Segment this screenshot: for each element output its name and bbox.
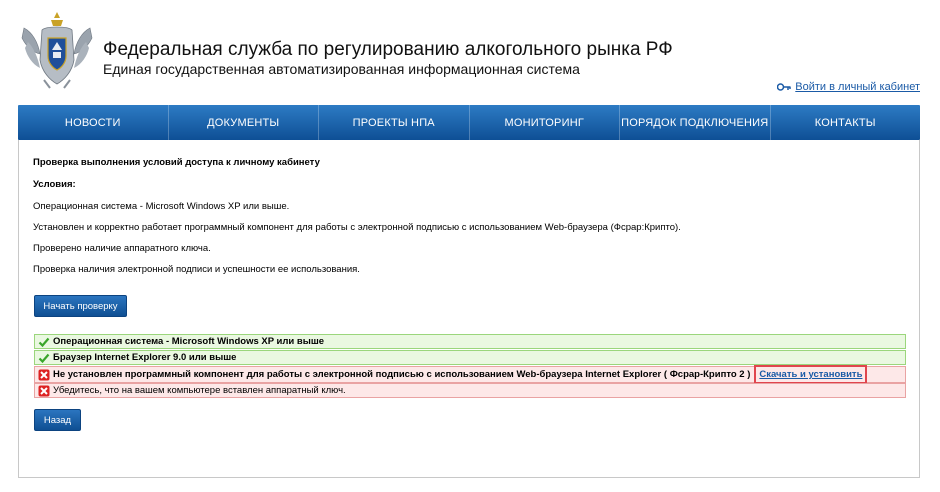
page-subtitle: Единая государственная автоматизированна… xyxy=(103,61,580,77)
nav-item-connection-procedure[interactable]: ПОРЯДОК ПОДКЛЮЧЕНИЯ xyxy=(620,105,771,140)
nav-item-npa-projects[interactable]: ПРОЕКТЫ НПА xyxy=(319,105,470,140)
result-text: Операционная система - Microsoft Windows… xyxy=(53,336,325,347)
nav-item-documents[interactable]: ДОКУМЕНТЫ xyxy=(169,105,319,140)
back-button[interactable]: Назад xyxy=(34,409,81,431)
content-panel: Проверка выполнения условий доступа к ли… xyxy=(18,140,920,478)
checkmark-icon xyxy=(38,353,50,363)
result-row-error: Убедитесь, что на вашем компьютере встав… xyxy=(34,383,906,398)
error-cross-icon xyxy=(38,385,50,396)
condition-item: Проверка наличия электронной подписи и у… xyxy=(33,264,360,275)
result-text: Не установлен программный компонент для … xyxy=(53,369,751,380)
section-heading: Проверка выполнения условий доступа к ли… xyxy=(33,157,320,168)
condition-item: Проверено наличие аппаратного ключа. xyxy=(33,243,211,254)
eagle-emblem-icon xyxy=(21,12,93,89)
login-link-label[interactable]: Войти в личный кабинет xyxy=(795,81,920,93)
header: Федеральная служба по регулированию алко… xyxy=(0,0,940,100)
key-icon xyxy=(777,83,792,91)
nav-item-contacts[interactable]: КОНТАКТЫ xyxy=(771,105,921,140)
login-link[interactable]: Войти в личный кабинет xyxy=(777,81,920,93)
error-cross-icon xyxy=(38,369,50,380)
checkmark-icon xyxy=(38,337,50,347)
condition-item: Установлен и корректно работает программ… xyxy=(33,222,681,233)
download-install-link[interactable]: Скачать и установить xyxy=(754,365,868,384)
condition-item: Операционная система - Microsoft Windows… xyxy=(33,201,290,212)
result-row-ok: Браузер Internet Explorer 9.0 или выше xyxy=(34,350,906,365)
main-nav: НОВОСТИ ДОКУМЕНТЫ ПРОЕКТЫ НПА МОНИТОРИНГ… xyxy=(18,105,920,140)
page-title: Федеральная служба по регулированию алко… xyxy=(103,39,673,60)
result-row-ok: Операционная система - Microsoft Windows… xyxy=(34,334,906,349)
start-check-button[interactable]: Начать проверку xyxy=(34,295,127,317)
nav-item-news[interactable]: НОВОСТИ xyxy=(18,105,169,140)
result-text: Убедитесь, что на вашем компьютере встав… xyxy=(53,385,346,396)
conditions-label: Условия: xyxy=(33,179,76,190)
nav-item-monitoring[interactable]: МОНИТОРИНГ xyxy=(470,105,620,140)
result-row-error: Не установлен программный компонент для … xyxy=(34,365,906,384)
result-text: Браузер Internet Explorer 9.0 или выше xyxy=(53,352,237,363)
